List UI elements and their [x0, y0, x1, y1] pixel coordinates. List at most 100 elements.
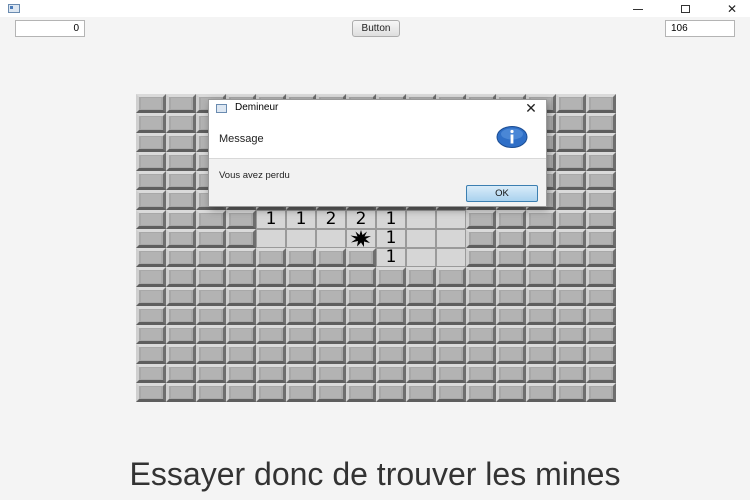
covered-cell[interactable] [286, 287, 316, 306]
covered-cell[interactable] [226, 306, 256, 325]
covered-cell[interactable] [556, 94, 586, 113]
covered-cell[interactable] [166, 229, 196, 248]
covered-cell[interactable] [586, 229, 616, 248]
covered-cell[interactable] [256, 364, 286, 383]
covered-cell[interactable] [526, 210, 556, 229]
covered-cell[interactable] [136, 133, 166, 152]
covered-cell[interactable] [586, 383, 616, 402]
covered-cell[interactable] [526, 383, 556, 402]
covered-cell[interactable] [376, 287, 406, 306]
covered-cell[interactable] [346, 267, 376, 287]
covered-cell[interactable] [586, 171, 616, 190]
covered-cell[interactable] [196, 210, 226, 229]
covered-cell[interactable] [586, 94, 616, 113]
covered-cell[interactable] [496, 287, 526, 306]
covered-cell[interactable] [166, 190, 196, 210]
covered-cell[interactable] [376, 267, 406, 287]
covered-cell[interactable] [496, 364, 526, 383]
covered-cell[interactable] [526, 344, 556, 364]
covered-cell[interactable] [556, 287, 586, 306]
covered-cell[interactable] [346, 325, 376, 344]
covered-cell[interactable] [316, 287, 346, 306]
covered-cell[interactable] [166, 113, 196, 133]
covered-cell[interactable] [166, 152, 196, 171]
mine-counter-field[interactable]: 0 [15, 20, 85, 37]
covered-cell[interactable] [586, 133, 616, 152]
covered-cell[interactable] [196, 306, 226, 325]
covered-cell[interactable] [256, 248, 286, 267]
covered-cell[interactable] [556, 383, 586, 402]
covered-cell[interactable] [376, 383, 406, 402]
close-button[interactable]: ✕ [715, 0, 749, 17]
covered-cell[interactable] [196, 287, 226, 306]
covered-cell[interactable] [406, 267, 436, 287]
covered-cell[interactable] [286, 364, 316, 383]
covered-cell[interactable] [226, 383, 256, 402]
covered-cell[interactable] [136, 287, 166, 306]
covered-cell[interactable] [166, 364, 196, 383]
covered-cell[interactable] [136, 113, 166, 133]
covered-cell[interactable] [166, 94, 196, 113]
covered-cell[interactable] [406, 364, 436, 383]
covered-cell[interactable] [226, 248, 256, 267]
covered-cell[interactable] [136, 364, 166, 383]
covered-cell[interactable] [586, 210, 616, 229]
covered-cell[interactable] [166, 210, 196, 229]
covered-cell[interactable] [466, 210, 496, 229]
covered-cell[interactable] [256, 344, 286, 364]
covered-cell[interactable] [346, 287, 376, 306]
covered-cell[interactable] [226, 210, 256, 229]
covered-cell[interactable] [226, 325, 256, 344]
covered-cell[interactable] [286, 325, 316, 344]
covered-cell[interactable] [586, 325, 616, 344]
covered-cell[interactable] [556, 306, 586, 325]
covered-cell[interactable] [586, 344, 616, 364]
covered-cell[interactable] [136, 171, 166, 190]
covered-cell[interactable] [556, 229, 586, 248]
covered-cell[interactable] [136, 306, 166, 325]
covered-cell[interactable] [166, 267, 196, 287]
covered-cell[interactable] [196, 325, 226, 344]
covered-cell[interactable] [196, 383, 226, 402]
covered-cell[interactable] [406, 325, 436, 344]
covered-cell[interactable] [376, 306, 406, 325]
covered-cell[interactable] [466, 287, 496, 306]
covered-cell[interactable] [526, 364, 556, 383]
covered-cell[interactable] [346, 248, 376, 267]
covered-cell[interactable] [466, 344, 496, 364]
covered-cell[interactable] [166, 383, 196, 402]
covered-cell[interactable] [586, 190, 616, 210]
covered-cell[interactable] [436, 306, 466, 325]
maximize-button[interactable] [668, 0, 702, 17]
covered-cell[interactable] [256, 267, 286, 287]
covered-cell[interactable] [556, 248, 586, 267]
covered-cell[interactable] [466, 229, 496, 248]
covered-cell[interactable] [136, 344, 166, 364]
covered-cell[interactable] [406, 287, 436, 306]
covered-cell[interactable] [556, 152, 586, 171]
covered-cell[interactable] [376, 344, 406, 364]
covered-cell[interactable] [256, 325, 286, 344]
covered-cell[interactable] [526, 248, 556, 267]
covered-cell[interactable] [556, 113, 586, 133]
covered-cell[interactable] [346, 383, 376, 402]
covered-cell[interactable] [466, 267, 496, 287]
covered-cell[interactable] [346, 344, 376, 364]
covered-cell[interactable] [286, 306, 316, 325]
covered-cell[interactable] [436, 287, 466, 306]
covered-cell[interactable] [496, 383, 526, 402]
covered-cell[interactable] [136, 210, 166, 229]
covered-cell[interactable] [556, 210, 586, 229]
covered-cell[interactable] [586, 248, 616, 267]
covered-cell[interactable] [466, 383, 496, 402]
covered-cell[interactable] [586, 306, 616, 325]
covered-cell[interactable] [496, 344, 526, 364]
covered-cell[interactable] [466, 364, 496, 383]
covered-cell[interactable] [556, 133, 586, 152]
covered-cell[interactable] [256, 287, 286, 306]
covered-cell[interactable] [376, 364, 406, 383]
covered-cell[interactable] [166, 325, 196, 344]
minimize-button[interactable] [621, 0, 655, 17]
covered-cell[interactable] [556, 344, 586, 364]
covered-cell[interactable] [586, 287, 616, 306]
